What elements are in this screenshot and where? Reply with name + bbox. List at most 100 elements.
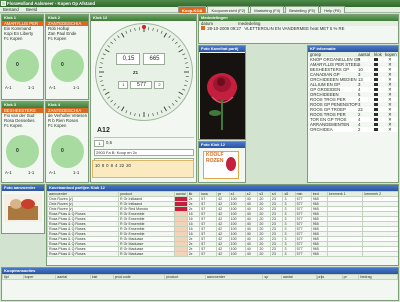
aanvoer-cell: 3	[282, 251, 296, 257]
big-clock-ticks	[99, 25, 189, 117]
clock-tick	[183, 57, 187, 60]
clock-tick	[134, 27, 136, 31]
clock-4-label: A-1	[49, 170, 56, 175]
clock-tick	[177, 45, 181, 48]
clock-tick	[99, 80, 103, 82]
overview-row-count: 2	[358, 127, 361, 132]
clock-tick	[107, 45, 111, 48]
clock-4-sub: 1-1	[73, 170, 80, 175]
alert-icon	[201, 26, 205, 30]
clock-flag-icon[interactable]	[374, 123, 378, 126]
clock-1-dial	[6, 49, 39, 82]
clock-2-label: A-1	[49, 85, 56, 90]
message-text: VLETTEROLIN EN VANDERMEE heat MET 5 % RE	[244, 26, 345, 31]
main-tabs: Koop-KOA Koopoverzicht (F2) Marketing (F…	[178, 6, 346, 13]
clock-flag-icon[interactable]	[374, 78, 378, 81]
rating-value: 4	[114, 163, 118, 168]
clock-flag-icon[interactable]	[374, 68, 378, 71]
clock-panel-4: Klok 4 ZANTEDESCHIA de Verhollei Vetesen…	[45, 101, 89, 183]
clock-flag-icon[interactable]	[374, 63, 378, 66]
tab-koopoverzicht[interactable]: Koopoverzicht (F2)	[207, 6, 250, 13]
messages-panel: Mededelingen datum mededeling 28-10-2009…	[198, 14, 399, 44]
product-photo	[200, 53, 245, 139]
clock-tick	[152, 27, 154, 31]
kooptransacties-column-header[interactable]: sp	[262, 274, 282, 280]
clock-tick	[163, 106, 167, 112]
clock-4-value: 0	[61, 148, 64, 154]
overview-row[interactable]: ORCHIDEA 2 ✕	[308, 127, 398, 132]
aanvoer-table: aanvoerder product aantal ltk kwa pr s1 s2 s3 s4 s…	[47, 191, 398, 257]
clock-flag-icon[interactable]	[374, 113, 378, 116]
kooptransacties-column-header[interactable]: kist	[89, 274, 114, 280]
clock-flag-icon[interactable]	[374, 98, 378, 101]
clock-tick	[156, 111, 159, 115]
clock-4-line: Fc Kopen	[48, 123, 67, 128]
rating-value: 0	[106, 163, 109, 168]
remove-icon[interactable]: ✕	[388, 127, 392, 132]
rating-value: 8	[110, 163, 113, 168]
clock-tick	[175, 41, 178, 45]
clock-flag-icon[interactable]	[374, 73, 378, 76]
clock-1-sub: 1-1	[28, 85, 35, 90]
clock-tick	[129, 111, 132, 115]
clock-flag-icon[interactable]	[374, 103, 378, 106]
clock-panel-2: Klok 2 ZANTEDESCHIA Rob Hollup Zan Paul …	[45, 14, 89, 100]
tab-koop-koa[interactable]: Koop-KOA	[178, 6, 207, 13]
clock-tick	[168, 105, 171, 109]
clock-flag-icon[interactable]	[374, 88, 378, 91]
clock-flag-icon[interactable]	[374, 93, 378, 96]
kooptransacties-column-header[interactable]: aantal	[55, 274, 91, 280]
kooptransacties-column-header[interactable]: aanvoerder	[204, 274, 264, 280]
kooptransacties-column-header[interactable]: bedrag	[358, 274, 398, 280]
kooptransacties-column-header[interactable]: prod.code	[112, 274, 166, 280]
kooptransacties-column-header[interactable]: prijs	[315, 274, 343, 280]
big-clock-header: Klok 12	[91, 15, 196, 21]
clock-tick	[121, 106, 125, 112]
big-clock-info-1: 2903 Fa B: Koop en 2x	[94, 149, 194, 156]
clock-tick	[171, 103, 175, 106]
clock-tick	[182, 88, 186, 91]
big-clock-panel: Klok 12 0,15 665 Z1 1 577 2 A12 1 0,5 29…	[90, 14, 197, 183]
clock-tick	[175, 99, 178, 103]
clock-1-value: 0	[16, 62, 19, 68]
clock-flag-icon[interactable]	[374, 58, 378, 61]
clock-flag-icon[interactable]	[374, 128, 378, 131]
aanvoer-photo-panel: Foto aanvoerder partij Klok 12	[1, 184, 45, 234]
menu-bestand[interactable]: Bestand	[0, 7, 22, 13]
aanvoer-cell: Rosa Pluss & Q Roses	[47, 251, 119, 257]
message-row[interactable]: 28-10-2009 09:27 VLETTEROLIN EN VANDERME…	[199, 26, 398, 31]
clock-2-sub: 1-1	[73, 85, 80, 90]
clock-flag-icon[interactable]	[374, 108, 378, 111]
kooptransacties-column-header[interactable]: pr	[341, 274, 360, 280]
kooptransacties-column-header[interactable]: koper	[22, 274, 57, 280]
clock-flag-icon[interactable]	[374, 118, 378, 121]
clock-tick	[101, 57, 105, 60]
aanvoer-row[interactable]: Rosa Pluss & Q Roses R Gr Maduase 2x 57 42 10…	[47, 251, 398, 257]
clock-tick	[177, 96, 181, 99]
kooptransacties-column-header[interactable]: tijd	[2, 274, 24, 280]
kooptransacties-column-header[interactable]: aantal	[280, 274, 317, 280]
aanvoer-cell: 40	[244, 251, 259, 257]
clock-2-dial	[51, 49, 84, 82]
rating-value: 10	[95, 163, 100, 168]
menu-beeld[interactable]: Beeld	[23, 7, 40, 13]
message-date: 28-10-2009 09:27	[207, 26, 242, 31]
klok-logo-header: Foto Klok 12	[199, 142, 245, 148]
tab-marketing[interactable]: Marketing (F4)	[250, 6, 285, 13]
tab-help[interactable]: Help (F6)	[320, 6, 345, 13]
clock-3-value: 0	[16, 148, 19, 154]
big-clock-id: A12	[97, 127, 110, 134]
clock-tick	[113, 38, 117, 41]
tab-bestelling[interactable]: Bestelling (F5)	[285, 6, 320, 13]
rating-bar: 10 8 0 8 4 22 20	[92, 160, 194, 178]
clock-tick	[171, 38, 175, 41]
clock-tick	[101, 84, 105, 87]
kooptransacties-column-header[interactable]: product	[164, 274, 206, 280]
clock-tick	[113, 103, 117, 106]
aanvoer-cell: 23	[269, 251, 284, 257]
big-clock-right-value: 665	[143, 53, 165, 65]
aanvoer-cell: 57	[199, 251, 218, 257]
clock-pointer	[142, 25, 146, 29]
aanvoer-column-header[interactable]: aantal	[173, 191, 188, 197]
clock-flag-icon[interactable]	[374, 83, 378, 86]
